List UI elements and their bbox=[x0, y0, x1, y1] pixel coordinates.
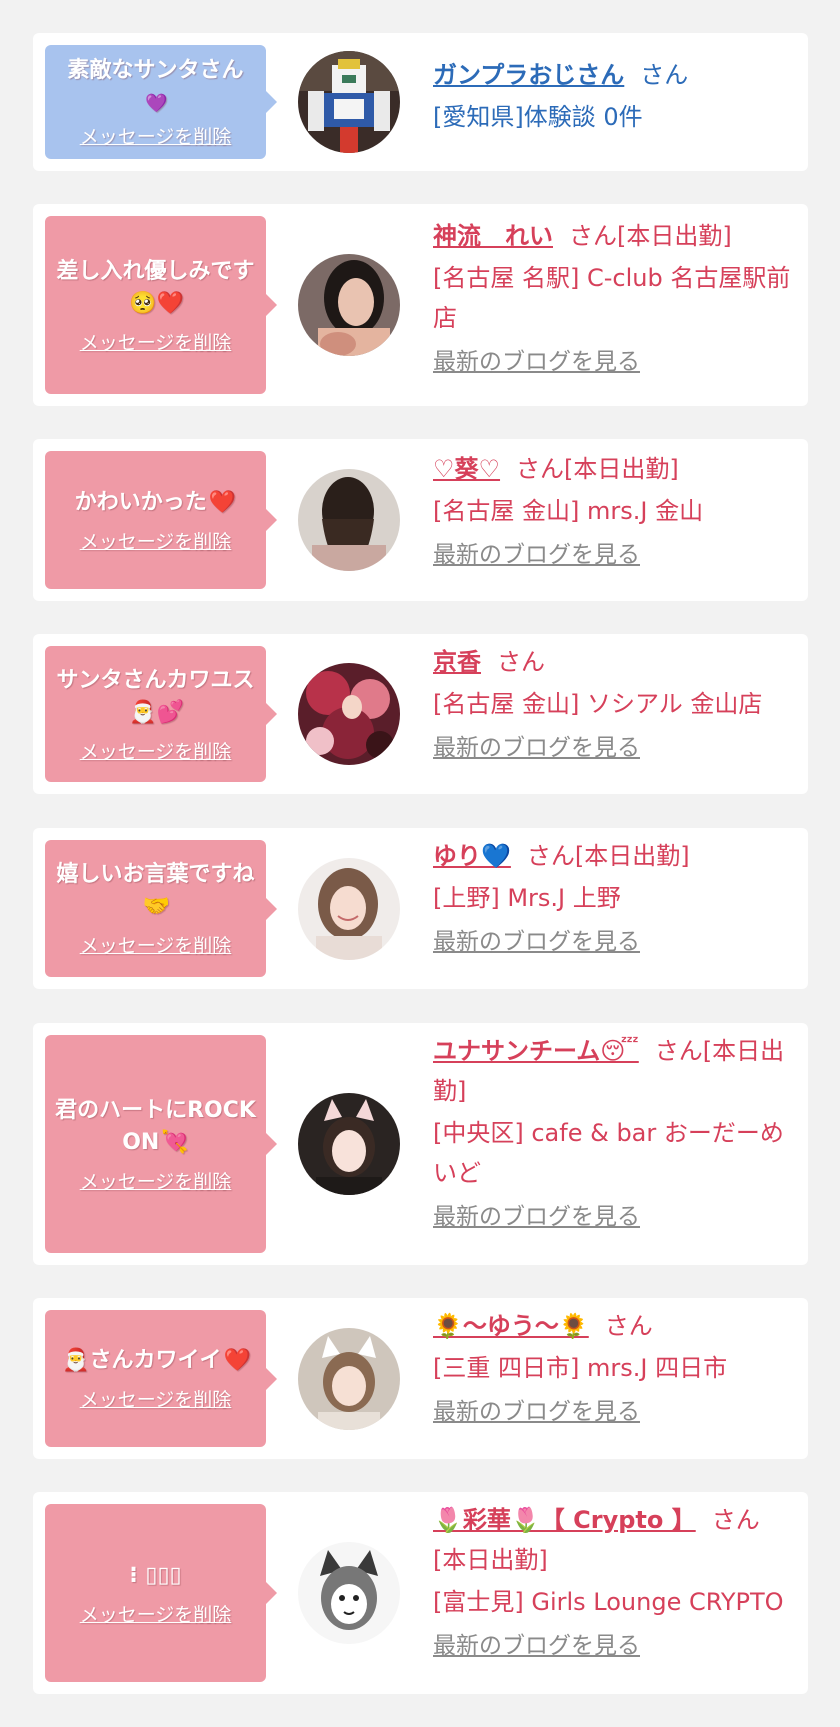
latest-blog-link[interactable]: 最新のブログを見る bbox=[433, 535, 640, 575]
woman-portrait-avatar[interactable] bbox=[298, 254, 400, 356]
purple-heart-icon: 💜 bbox=[145, 93, 168, 114]
girl-info: ゆり💙 さん[本日出勤] [上野] Mrs.J 上野 最新のブログを見る bbox=[433, 836, 793, 962]
message-list: 素敵なサンタさん 💜 メッセージを削除 ガンプラおじさん さん [愛知県]体験談… bbox=[0, 0, 840, 1727]
message-text: 嬉しいお言葉ですね🤝 bbox=[56, 862, 255, 919]
delete-message-link[interactable]: メッセージを削除 bbox=[80, 931, 232, 958]
heart-arrow-icon: 💘 bbox=[161, 1129, 189, 1155]
message-bubble: ⁝ ▯▯▯ メッセージを削除 bbox=[45, 1504, 277, 1682]
girl-name-link[interactable]: ♡葵♡ bbox=[433, 455, 500, 483]
message-bubble: かわいかった❤️ メッセージを削除 bbox=[45, 451, 277, 589]
name-suffix: さん bbox=[604, 1312, 653, 1340]
message-bubble: 素敵なサンタさん 💜 メッセージを削除 bbox=[45, 45, 277, 159]
reviewer-name-link[interactable]: ガンプラおじさん bbox=[433, 61, 624, 89]
delete-message-link[interactable]: メッセージを削除 bbox=[80, 328, 232, 355]
list-item: 差し入れ優しみです🥺❤️ メッセージを削除 神流 れい さん[本日出勤] [名古屋… bbox=[33, 204, 808, 406]
list-item: 素敵なサンタさん 💜 メッセージを削除 ガンプラおじさん さん [愛知県]体験談… bbox=[33, 33, 808, 171]
delete-message-link[interactable]: メッセージを削除 bbox=[80, 1167, 232, 1194]
girl-info: 🌷彩華🌷【 Crypto 】さん[本日出勤] [富士見] Girls Loung… bbox=[433, 1500, 793, 1666]
name-suffix: さん[本日出勤] bbox=[569, 222, 732, 250]
message-bubble: サンタさんカワユス🎅💕 メッセージを削除 bbox=[45, 646, 277, 782]
delete-message-link[interactable]: メッセージを削除 bbox=[80, 122, 232, 149]
girl-info: ♡葵♡ さん[本日出勤] [名古屋 金山] mrs.J 金山 最新のブログを見る bbox=[433, 449, 793, 575]
message-bubble: 🎅さんカワイイ❤️ メッセージを削除 bbox=[45, 1310, 277, 1447]
list-item: ⁝ ▯▯▯ メッセージを削除 🌷彩華🌷【 Crypto 】さん[本日出勤] [富… bbox=[33, 1492, 808, 1694]
girl-name-link[interactable]: ユナサンチーム😴 bbox=[433, 1037, 639, 1065]
girl-name-link[interactable]: ゆり💙 bbox=[433, 842, 511, 870]
shop-info: [愛知県]体験談 0件 bbox=[433, 103, 643, 131]
woman-back-avatar[interactable] bbox=[298, 469, 400, 571]
cat-ear-avatar[interactable] bbox=[298, 1093, 400, 1195]
santa-hearts-icon: 🎅💕 bbox=[129, 699, 184, 725]
latest-blog-link[interactable]: 最新のブログを見る bbox=[433, 1626, 640, 1666]
latest-blog-link[interactable]: 最新のブログを見る bbox=[433, 728, 640, 768]
list-item: 🎅さんカワイイ❤️ メッセージを削除 🌻〜ゆう〜🌻 さん [三重 四日市] mrs… bbox=[33, 1298, 808, 1459]
name-suffix: さん bbox=[497, 648, 545, 676]
shop-info: [名古屋 金山] ソシアル 金山店 bbox=[433, 690, 763, 718]
girl-name-link[interactable]: 京香 bbox=[433, 648, 481, 676]
message-bubble: 君のハートにROCK ON💘 メッセージを削除 bbox=[45, 1035, 277, 1253]
girl-info: 神流 れい さん[本日出勤] [名古屋 名駅] C-club 名古屋駅前店 最新の… bbox=[433, 216, 793, 382]
message-text: サンタさんカワユス🎅💕 bbox=[56, 667, 255, 725]
delete-message-link[interactable]: メッセージを削除 bbox=[80, 737, 232, 764]
kimono-avatar[interactable] bbox=[298, 663, 400, 765]
latest-blog-link[interactable]: 最新のブログを見る bbox=[433, 922, 640, 962]
latest-blog-link[interactable]: 最新のブログを見る bbox=[433, 342, 640, 382]
list-item: かわいかった❤️ メッセージを削除 ♡葵♡ さん[本日出勤] [名古屋 金山] m… bbox=[33, 439, 808, 601]
santa-icon: 🎅 bbox=[62, 1348, 90, 1373]
latest-blog-link[interactable]: 最新のブログを見る bbox=[433, 1197, 640, 1237]
cat-mask-avatar[interactable] bbox=[298, 1542, 400, 1644]
shop-info: [富士見] Girls Lounge CRYPTO bbox=[433, 1588, 784, 1616]
list-item: サンタさんカワユス🎅💕 メッセージを削除 京香 さん [名古屋 金山] ソシアル … bbox=[33, 634, 808, 794]
girl-name-link[interactable]: 🌷彩華🌷【 Crypto 】 bbox=[433, 1506, 696, 1534]
message-text: 差し入れ優しみです🥺❤️ bbox=[56, 258, 255, 316]
delete-message-link[interactable]: メッセージを削除 bbox=[80, 527, 232, 554]
shop-info: [中央区] cafe & bar おーだーめいど bbox=[433, 1119, 784, 1187]
girl-info: ユナサンチーム😴 さん[本日出勤] [中央区] cafe & bar おーだーめい… bbox=[433, 1031, 793, 1237]
handshake-icon: 🤝 bbox=[142, 894, 171, 919]
message-text: かわいかった❤️ bbox=[74, 489, 237, 515]
delete-message-link[interactable]: メッセージを削除 bbox=[80, 1600, 232, 1627]
shop-info: [上野] Mrs.J 上野 bbox=[433, 884, 621, 912]
shop-info: [名古屋 金山] mrs.J 金山 bbox=[433, 497, 704, 525]
heart-icon: ❤️ bbox=[208, 489, 237, 515]
pleading-heart-icon: 🥺❤️ bbox=[129, 290, 184, 316]
message-text: 🎅さんカワイイ❤️ bbox=[62, 1348, 251, 1373]
cat-filter-avatar[interactable] bbox=[298, 1328, 400, 1430]
latest-blog-link[interactable]: 最新のブログを見る bbox=[433, 1392, 640, 1432]
list-item: 君のハートにROCK ON💘 メッセージを削除 ユナサンチーム😴 さん[本日出勤]… bbox=[33, 1023, 808, 1265]
name-suffix: さん[本日出勤] bbox=[516, 455, 679, 483]
woman-smile-avatar[interactable] bbox=[298, 858, 400, 960]
girl-info: ガンプラおじさん さん [愛知県]体験談 0件 bbox=[433, 55, 793, 137]
name-suffix: さん bbox=[640, 61, 689, 89]
girl-info: 京香 さん [名古屋 金山] ソシアル 金山店 最新のブログを見る bbox=[433, 642, 793, 768]
heart-icon: ❤️ bbox=[223, 1348, 251, 1373]
message-text: 君のハートにROCK ON💘 bbox=[55, 1097, 256, 1155]
name-suffix: さん[本日出勤] bbox=[526, 842, 690, 870]
message-bubble: 差し入れ優しみです🥺❤️ メッセージを削除 bbox=[45, 216, 277, 394]
shop-info: [名古屋 名駅] C-club 名古屋駅前店 bbox=[433, 264, 791, 332]
delete-message-link[interactable]: メッセージを削除 bbox=[80, 1385, 232, 1412]
girl-info: 🌻〜ゆう〜🌻 さん [三重 四日市] mrs.J 四日市 最新のブログを見る bbox=[433, 1306, 793, 1432]
girl-name-link[interactable]: 神流 れい bbox=[433, 222, 553, 250]
shop-info: [三重 四日市] mrs.J 四日市 bbox=[433, 1354, 728, 1382]
message-bubble: 嬉しいお言葉ですね🤝 メッセージを削除 bbox=[45, 840, 277, 977]
list-item: 嬉しいお言葉ですね🤝 メッセージを削除 ゆり💙 さん[本日出勤] [上野] Mrs… bbox=[33, 828, 808, 989]
message-text: 素敵なサンタさん 💜 bbox=[67, 58, 244, 114]
robot-figure-avatar[interactable] bbox=[298, 51, 400, 153]
girl-name-link[interactable]: 🌻〜ゆう〜🌻 bbox=[433, 1312, 589, 1340]
message-text: ⁝ ▯▯▯ bbox=[129, 1562, 182, 1588]
